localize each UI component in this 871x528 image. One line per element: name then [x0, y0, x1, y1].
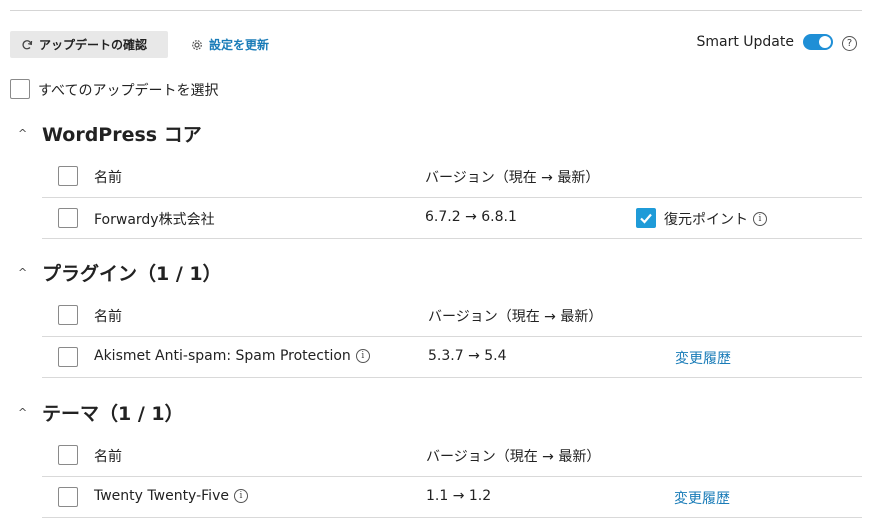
- plugin-row-checkbox[interactable]: [58, 347, 78, 367]
- core-header-name: 名前: [94, 170, 122, 186]
- core-row-version: 6.7.2 → 6.8.1: [425, 209, 517, 225]
- refresh-icon: [21, 39, 33, 51]
- help-icon[interactable]: ?: [842, 36, 857, 51]
- smart-update-label: Smart Update: [696, 34, 794, 50]
- restore-point-label-wrap: 復元ポイント i: [664, 209, 767, 229]
- smart-update-toggle[interactable]: [803, 34, 833, 50]
- select-all-label: すべてのアップデートを選択: [38, 83, 219, 99]
- info-icon[interactable]: i: [355, 349, 370, 363]
- theme-row-name: Twenty Twenty-Five: [94, 488, 229, 504]
- plugin-row-name: Akismet Anti-spam: Spam Protection: [94, 348, 351, 364]
- themes-header-version: バージョン（現在 → 最新）: [426, 449, 601, 465]
- section-title-plugins: プラグイン（1 / 1）: [42, 263, 222, 285]
- checkmark-icon: [640, 213, 652, 224]
- core-header-divider: [42, 197, 862, 198]
- check-updates-label: アップデートの確認: [39, 38, 148, 52]
- update-settings-link[interactable]: 設定を更新: [191, 36, 269, 53]
- select-all-checkbox[interactable]: [10, 79, 30, 99]
- theme-row-divider: [42, 517, 862, 518]
- update-settings-label: 設定を更新: [209, 38, 270, 52]
- restore-point-label: 復元ポイント: [664, 212, 748, 228]
- gear-icon: [191, 39, 203, 51]
- core-row-name: Forwardy株式会社: [94, 212, 215, 228]
- themes-header-name: 名前: [94, 449, 122, 465]
- core-header-version: バージョン（現在 → 最新）: [425, 170, 600, 186]
- theme-changelog-link[interactable]: 変更履歴: [674, 488, 730, 508]
- core-header-checkbox[interactable]: [58, 166, 78, 186]
- core-row-checkbox[interactable]: [58, 208, 78, 228]
- themes-header-divider: [42, 476, 862, 477]
- restore-point-checkbox[interactable]: [636, 208, 656, 228]
- top-divider: [10, 10, 862, 11]
- plugins-header-version: バージョン（現在 → 最新）: [428, 309, 603, 325]
- core-row-divider: [42, 238, 862, 239]
- info-icon[interactable]: i: [753, 212, 767, 226]
- plugins-header-checkbox[interactable]: [58, 305, 78, 325]
- collapse-themes-chevron-icon[interactable]: ^: [18, 406, 27, 419]
- check-updates-button[interactable]: アップデートの確認: [10, 31, 168, 58]
- info-icon[interactable]: i: [233, 489, 248, 503]
- collapse-plugins-chevron-icon[interactable]: ^: [18, 266, 27, 279]
- plugin-row-name-wrap: Akismet Anti-spam: Spam Protection i: [94, 348, 370, 364]
- plugin-row-divider: [42, 377, 862, 378]
- themes-header-checkbox[interactable]: [58, 445, 78, 465]
- section-title-core: WordPress コア: [42, 124, 202, 146]
- theme-row-checkbox[interactable]: [58, 487, 78, 507]
- theme-row-name-wrap: Twenty Twenty-Five i: [94, 488, 248, 504]
- plugins-header-name: 名前: [94, 309, 122, 325]
- plugin-row-version: 5.3.7 → 5.4: [428, 348, 507, 364]
- theme-row-version: 1.1 → 1.2: [426, 488, 492, 504]
- plugins-header-divider: [42, 336, 862, 337]
- smart-update-control: Smart Update ?: [696, 33, 857, 51]
- section-title-themes: テーマ（1 / 1）: [42, 403, 184, 425]
- plugin-changelog-link[interactable]: 変更履歴: [675, 348, 731, 368]
- toggle-knob: [819, 36, 831, 48]
- collapse-core-chevron-icon[interactable]: ^: [18, 127, 27, 140]
